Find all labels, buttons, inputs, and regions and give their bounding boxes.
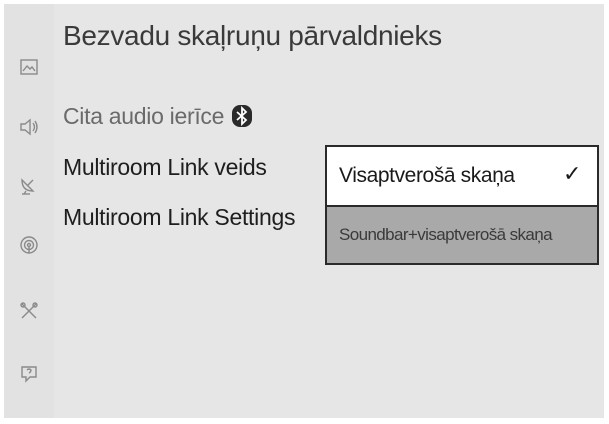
picture-icon[interactable] xyxy=(14,52,44,82)
dropdown-option-label: Soundbar+visaptverošā skaņa xyxy=(339,225,553,244)
speaker-icon[interactable] xyxy=(14,112,44,142)
menu-item-multiroom-link-settings[interactable]: Multiroom Link Settings xyxy=(63,204,295,231)
menu-item-multiroom-link-type[interactable]: Multiroom Link veids xyxy=(63,154,267,181)
dropdown-option-label: Visaptverošā skaņa xyxy=(339,164,515,187)
multiroom-link-type-dropdown: Visaptverošā skaņa ✓ Soundbar+visaptvero… xyxy=(325,145,599,265)
menu-item-label: Cita audio ierīce xyxy=(63,103,225,129)
page-title: Bezvadu skaļruņu pārvaldnieks xyxy=(63,20,442,51)
menu-item-label: Multiroom Link Settings xyxy=(63,204,296,230)
bluetooth-icon xyxy=(232,105,253,133)
settings-sidebar xyxy=(4,4,54,418)
menu-item-other-audio-device[interactable]: Cita audio ierīce xyxy=(63,103,253,133)
tools-icon[interactable] xyxy=(14,296,44,326)
dropdown-option-surround-sound[interactable]: Visaptverošā skaņa ✓ xyxy=(327,147,597,205)
network-icon[interactable] xyxy=(14,230,44,260)
menu-item-label: Multiroom Link veids xyxy=(63,154,267,180)
tv-settings-screen: Bezvadu skaļruņu pārvaldnieks Cita audio… xyxy=(0,0,609,424)
checkmark-icon: ✓ xyxy=(562,161,581,186)
dropdown-option-soundbar-surround[interactable]: Soundbar+visaptverošā skaņa xyxy=(327,205,597,263)
support-icon[interactable] xyxy=(14,358,44,388)
satellite-dish-icon[interactable] xyxy=(14,170,44,200)
